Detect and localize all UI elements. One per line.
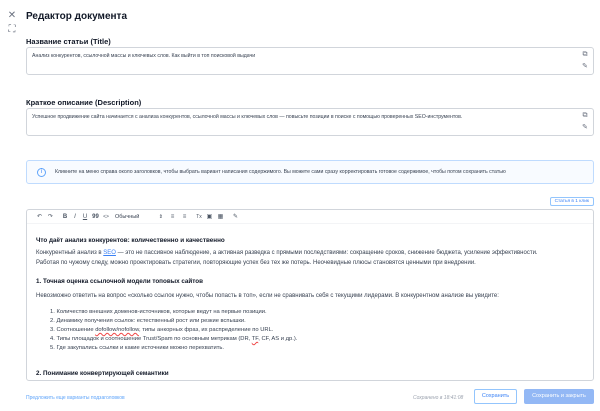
content-paragraph: Конкурентный анализ в SEO — это не пасси…: [36, 250, 538, 256]
description-field-value[interactable]: Успешное продвижение сайта начинается с …: [32, 114, 462, 120]
bullet-list-icon[interactable]: ≡: [181, 213, 188, 221]
clear-format-icon[interactable]: Tx: [195, 213, 203, 221]
list-item: 5. Где закупались ссылки и какие источни…: [50, 345, 224, 351]
bold-button[interactable]: B: [62, 213, 68, 221]
saved-status: Сохранено в 18:41:08: [413, 395, 464, 401]
page-title: Редактор документа: [26, 11, 128, 22]
description-field-label: Краткое описание (Description): [26, 98, 142, 107]
text-style-value: Обычный: [115, 214, 140, 220]
list-item: 2. Динамику получения ссылок: естественн…: [50, 318, 246, 324]
magic-wand-icon[interactable]: ✎: [232, 213, 239, 221]
one-click-article-button[interactable]: Статья в 1 клик: [549, 197, 594, 206]
copy-icon[interactable]: ⧉: [581, 51, 589, 59]
info-icon: i: [37, 168, 46, 177]
save-and-close-button[interactable]: Сохранить и закрыть: [524, 389, 594, 404]
close-icon[interactable]: ✕: [7, 11, 17, 21]
text-style-select[interactable]: Обычный ⇕: [115, 213, 163, 221]
side-tools: ✕ ⛶: [7, 11, 19, 39]
undo-icon[interactable]: ↶: [36, 213, 43, 221]
suggest-headings-link[interactable]: Предложить еще варианты подзаголовков: [26, 395, 125, 401]
content-paragraph: Невозможно ответить на вопрос «сколько с…: [36, 293, 499, 299]
title-field-value[interactable]: Анализ конкурентов, ссылочной массы и кл…: [32, 53, 255, 59]
content-paragraph: Работая по чужому следу, можно проектиро…: [36, 260, 476, 266]
list-item: 3. Соотношение dofollow/nofollow, типы а…: [50, 327, 274, 333]
info-text: Кликните на меню справа около заголовков…: [55, 169, 506, 175]
description-field[interactable]: Успешное продвижение сайта начинается с …: [26, 108, 594, 136]
content-heading: 2. Понимание конвертирующей семантики: [36, 370, 169, 377]
editor-toolbar: ↶ ↷ B I U 99 <> Обычный ⇕ ≡ ≡ Tx ▣ ▦ ✎: [27, 210, 593, 224]
seo-link[interactable]: SEO: [103, 250, 116, 256]
title-field-label: Название статьи (Title): [26, 37, 111, 46]
quote-button[interactable]: 99: [92, 213, 99, 221]
content-heading: Что даёт анализ конкурентов: количествен…: [36, 237, 225, 244]
underline-button[interactable]: U: [82, 213, 88, 221]
italic-button[interactable]: I: [72, 213, 78, 221]
image-icon[interactable]: ▣: [206, 213, 213, 221]
list-item: 4. Типы площадок и соотношение Trust/Spa…: [50, 336, 298, 342]
expand-icon[interactable]: ⛶: [7, 25, 17, 35]
table-icon[interactable]: ▦: [217, 213, 224, 221]
code-button[interactable]: <>: [102, 213, 110, 221]
save-button[interactable]: Сохранить: [474, 389, 517, 404]
content-list: 1. Количество внешних доменов-источников…: [50, 308, 297, 353]
redo-icon[interactable]: ↷: [47, 213, 54, 221]
list-item: 1. Количество внешних доменов-источников…: [50, 309, 267, 315]
content-heading: 1. Точная оценка ссылочной модели топовы…: [36, 278, 203, 285]
title-field[interactable]: Анализ конкурентов, ссылочной массы и кл…: [26, 47, 594, 75]
magic-wand-icon[interactable]: ✎: [581, 63, 589, 71]
ordered-list-icon[interactable]: ≡: [169, 213, 176, 221]
rich-text-editor[interactable]: ↶ ↷ B I U 99 <> Обычный ⇕ ≡ ≡ Tx ▣ ▦ ✎ Ч…: [26, 209, 594, 381]
chevron-updown-icon: ⇕: [158, 214, 163, 220]
copy-icon[interactable]: ⧉: [581, 112, 589, 120]
magic-wand-icon[interactable]: ✎: [581, 124, 589, 132]
info-banner: i Кликните на меню справа около заголовк…: [26, 160, 594, 184]
